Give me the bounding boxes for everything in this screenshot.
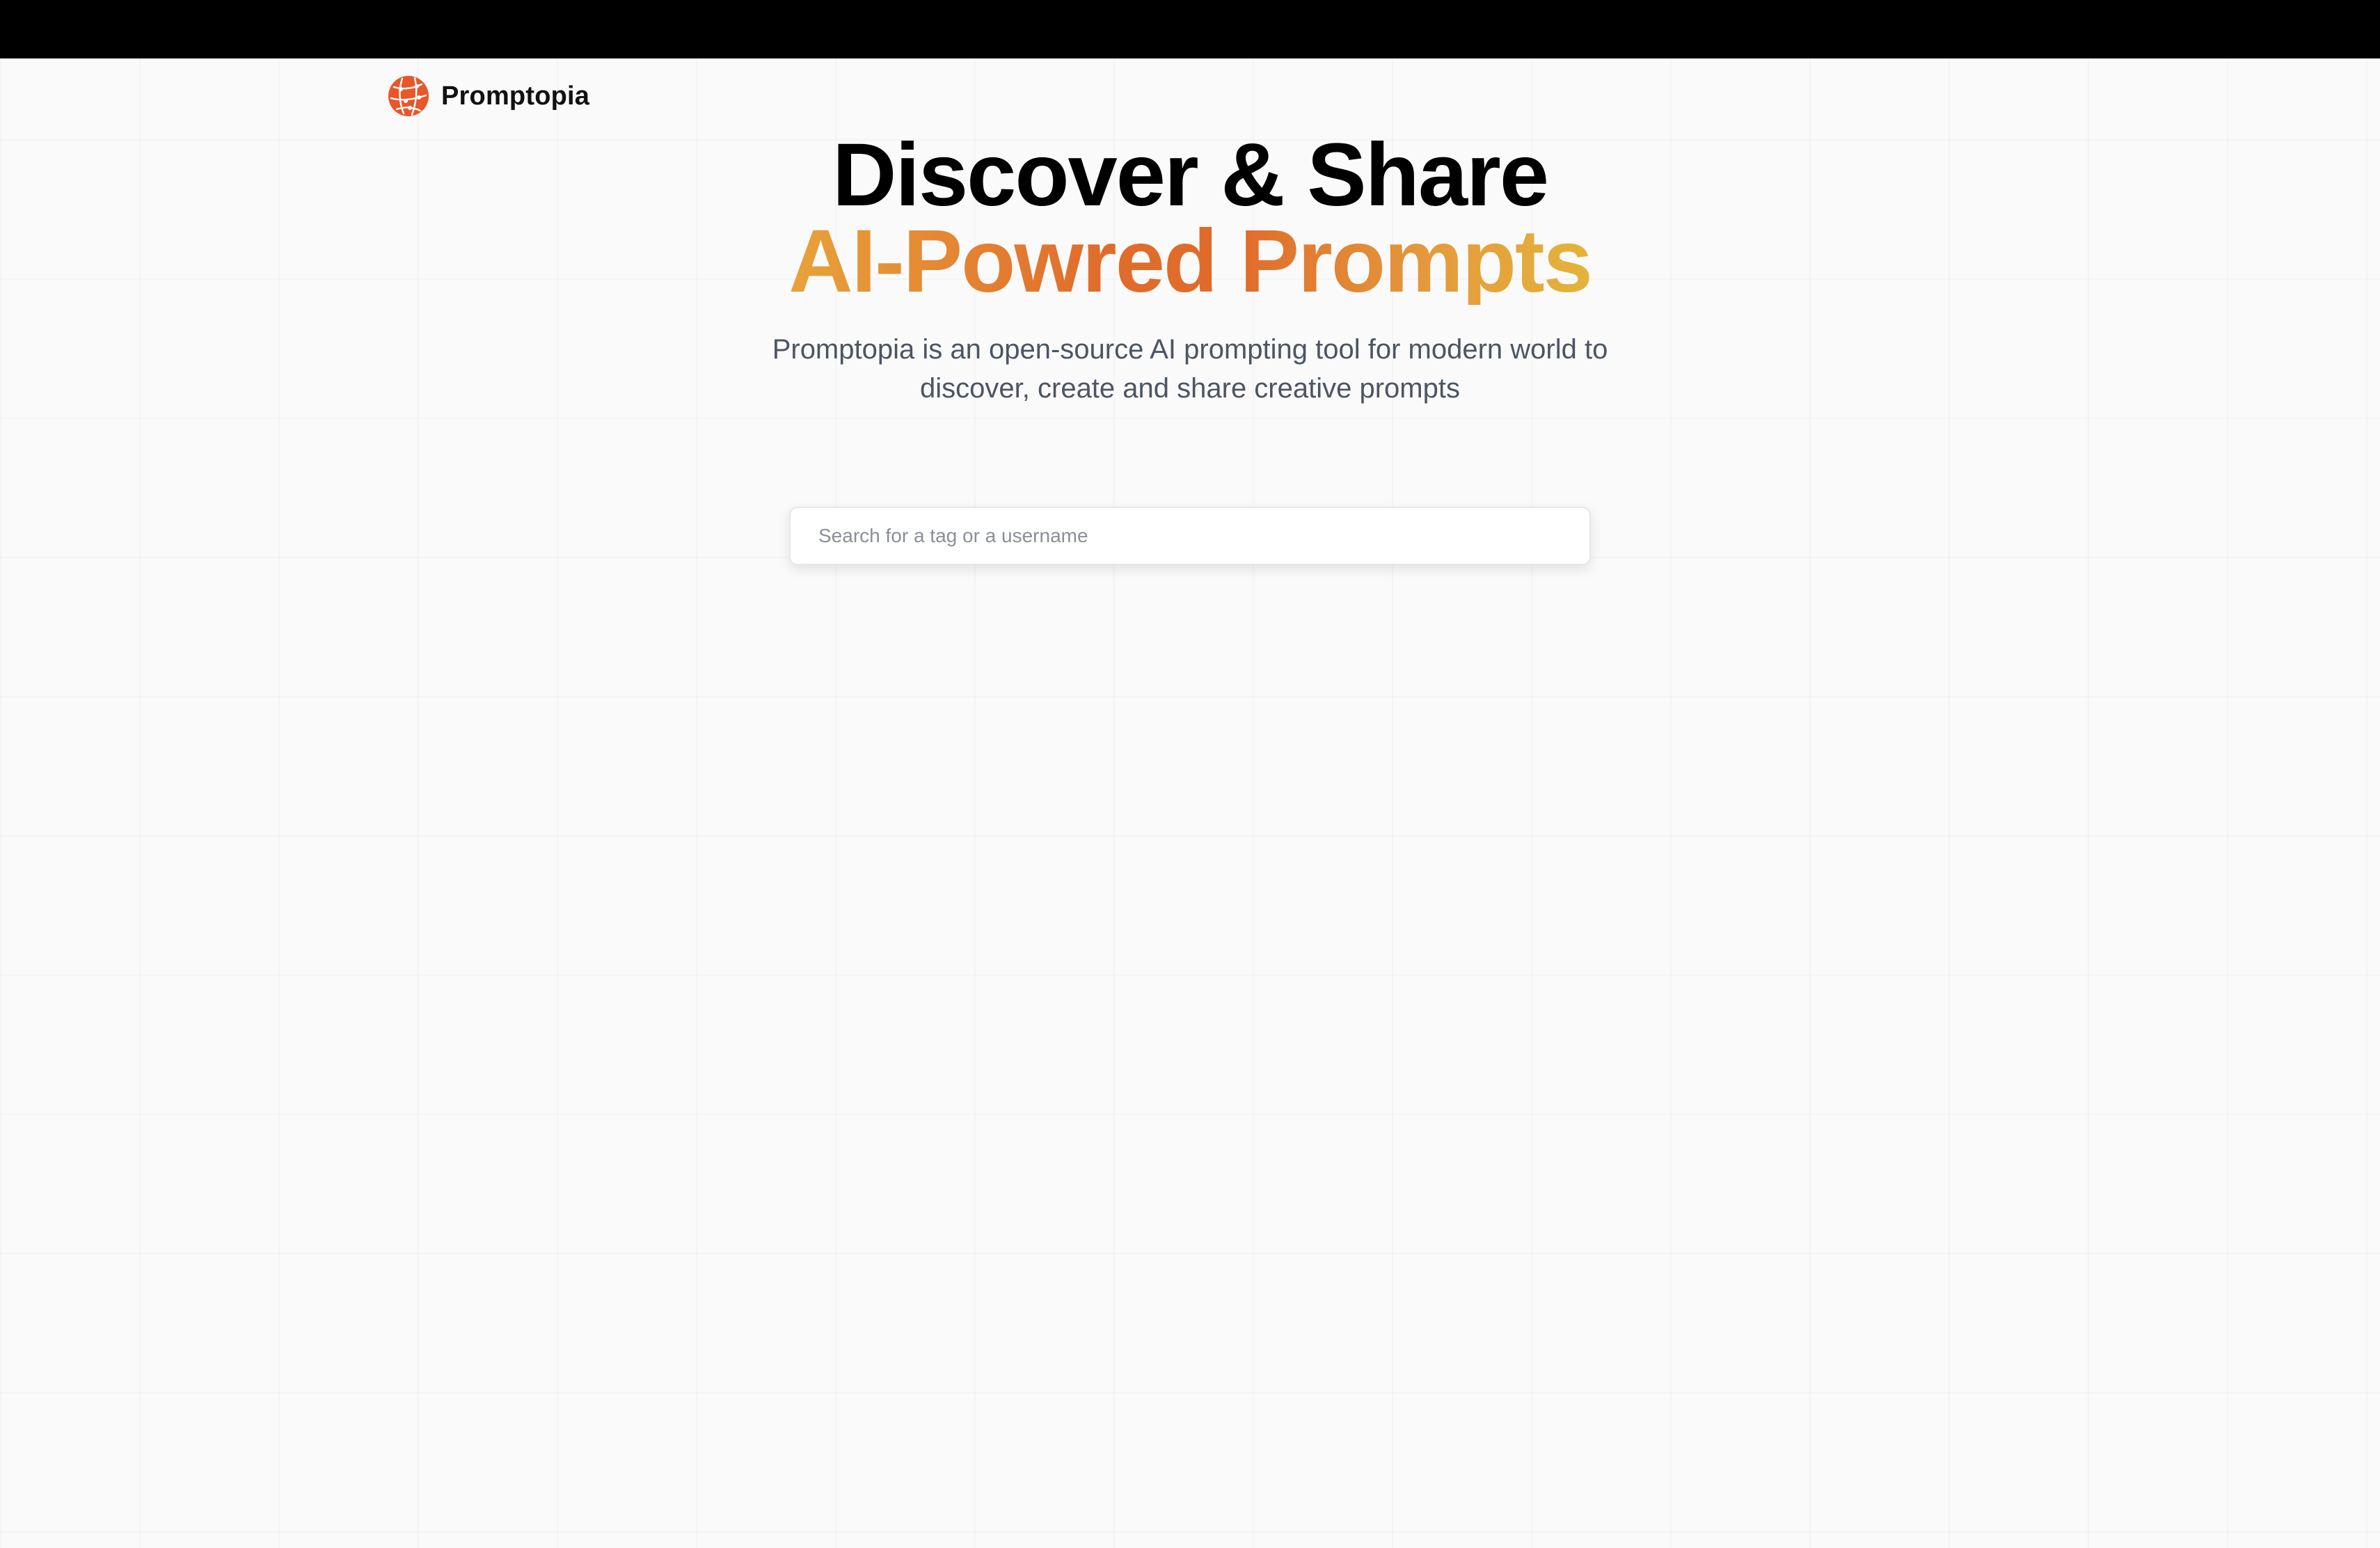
top-black-bar xyxy=(0,0,2380,58)
logo-link[interactable]: Promptopia xyxy=(387,74,589,118)
hero-section: Discover & Share AI-Powred Prompts Promp… xyxy=(0,125,2380,408)
headline-line-2: AI-Powred Prompts xyxy=(0,212,2380,311)
headline-accent-text: AI-Powred Prompts xyxy=(788,212,1593,311)
brand-name: Promptopia xyxy=(441,81,590,111)
hero-headline: Discover & Share AI-Powred Prompts xyxy=(0,125,2380,311)
navbar: Promptopia xyxy=(387,74,589,118)
search-input[interactable] xyxy=(789,507,1591,565)
hero-subtitle: Promptopia is an open-source AI promptin… xyxy=(772,334,1608,404)
search-form xyxy=(789,507,1591,565)
globe-network-logo-icon xyxy=(388,76,429,116)
headline-line-1: Discover & Share xyxy=(832,125,1549,225)
